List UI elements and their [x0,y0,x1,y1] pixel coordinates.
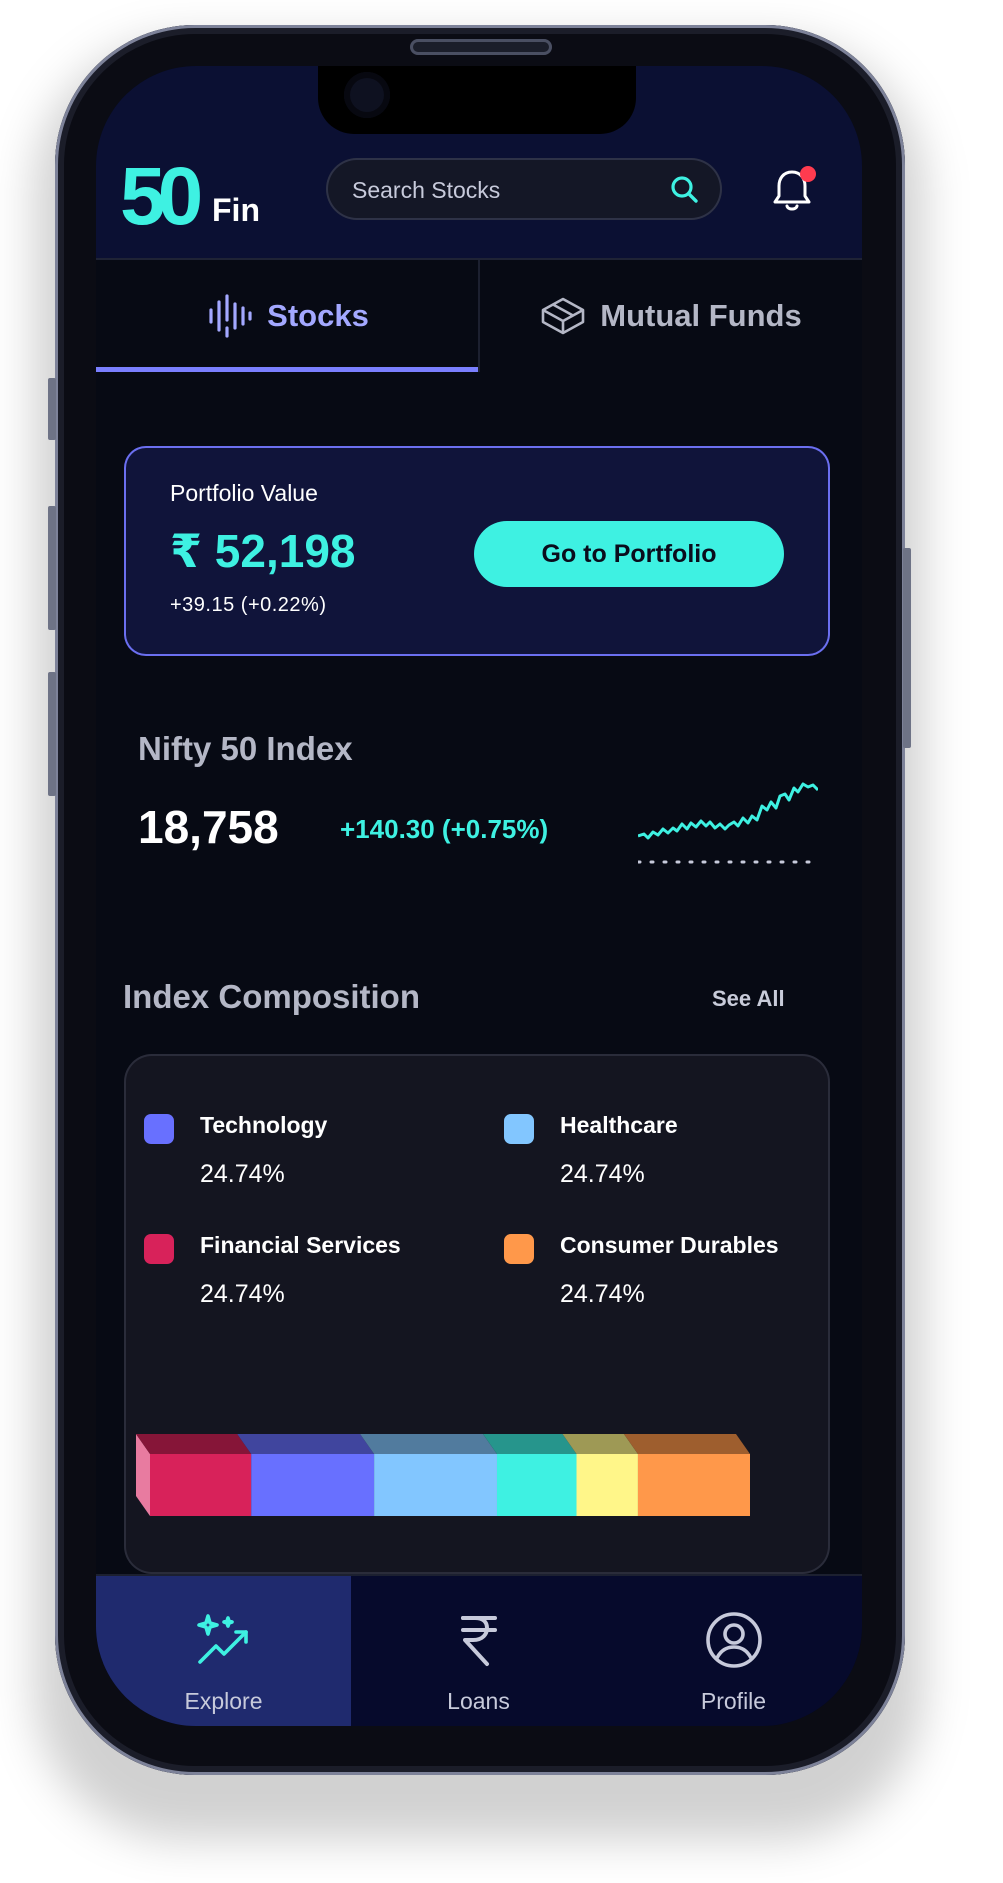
portfolio-title: Portfolio Value [170,480,318,506]
rupee-icon [461,1616,497,1666]
legend-swatch [144,1234,174,1264]
legend-percent: 24.74% [200,1160,285,1188]
bar-segment-top [482,1434,577,1454]
index-composition-title: Index Composition [123,978,420,1015]
front-camera [344,72,390,118]
power-button [903,548,911,748]
see-all-link[interactable]: See All [712,986,785,1012]
nav-loans[interactable]: Loans [351,1576,606,1726]
legend-swatch [504,1234,534,1264]
nifty-sparkline[interactable] [638,766,818,864]
search-input[interactable] [350,172,654,208]
bar-segment [251,1454,375,1516]
bar-segment-top [237,1434,375,1454]
nav-loans-label: Loans [447,1688,510,1714]
volume-down-button [48,672,56,796]
portfolio-value: ₹ 52,198 [170,525,356,577]
tab-stocks-label: Stocks [267,298,369,333]
composition-bar-3d [136,1434,750,1516]
go-to-portfolio-button[interactable]: Go to Portfolio [474,521,784,587]
speaker-grille [410,39,552,55]
nav-profile[interactable]: Profile [606,1576,861,1726]
nifty-title: Nifty 50 Index [138,730,353,767]
sparkle-chart-icon [197,1614,248,1664]
logo-text: Fin [212,192,260,228]
nifty-value: 18,758 [138,801,279,853]
bar-segment [637,1454,750,1516]
legend-name: Technology [200,1112,328,1138]
active-tab-indicator [96,367,478,372]
bar-segment [576,1454,638,1516]
portfolio-change: +39.15 (+0.22%) [170,594,327,616]
tab-mutual-funds[interactable]: Mutual Funds [480,260,862,372]
legend-name: Consumer Durables [560,1232,779,1258]
portfolio-card: Portfolio Value ₹ 52,198 +39.15 (+0.22%)… [124,446,830,656]
sparkline-line [638,782,818,840]
asset-tabs: Stocks Mutual Funds [96,258,862,372]
bar-segment [374,1454,497,1516]
bottom-navigation: Explore Loans Profile [96,1574,862,1726]
tab-mutual-funds-label: Mutual Funds [600,298,802,333]
bar-segment-top [136,1434,252,1454]
bar-segment-top [360,1434,497,1454]
logo-number: 50 [120,151,203,242]
nifty-change: +140.30 (+0.75%) [340,814,549,844]
legend-percent: 24.74% [560,1280,645,1308]
bar-segment [496,1454,577,1516]
cube-icon [541,297,585,335]
volume-up-button [48,506,56,630]
phone-screen: 50 Fin Search Stocks Stocks Mutual Funds… [96,66,862,1726]
legend-swatch [504,1114,534,1144]
nav-explore[interactable]: Explore [96,1576,351,1726]
bar-segment-top [623,1434,750,1454]
nav-profile-label: Profile [700,1688,767,1714]
legend-swatch [144,1114,174,1144]
legend-name: Financial Services [200,1232,401,1258]
waveform-icon [209,294,252,338]
user-circle-icon [706,1612,762,1668]
bar-segment [150,1454,252,1516]
search-icon[interactable] [668,173,700,205]
nav-explore-label: Explore [184,1688,263,1714]
mute-switch [48,378,56,440]
legend-percent: 24.74% [200,1280,285,1308]
legend-name: Healthcare [560,1112,678,1138]
notification-badge [800,166,816,182]
camera-notch [318,66,636,134]
tab-stocks[interactable]: Stocks [96,260,480,372]
search-bar[interactable] [326,158,722,220]
legend-percent: 24.74% [560,1160,645,1188]
